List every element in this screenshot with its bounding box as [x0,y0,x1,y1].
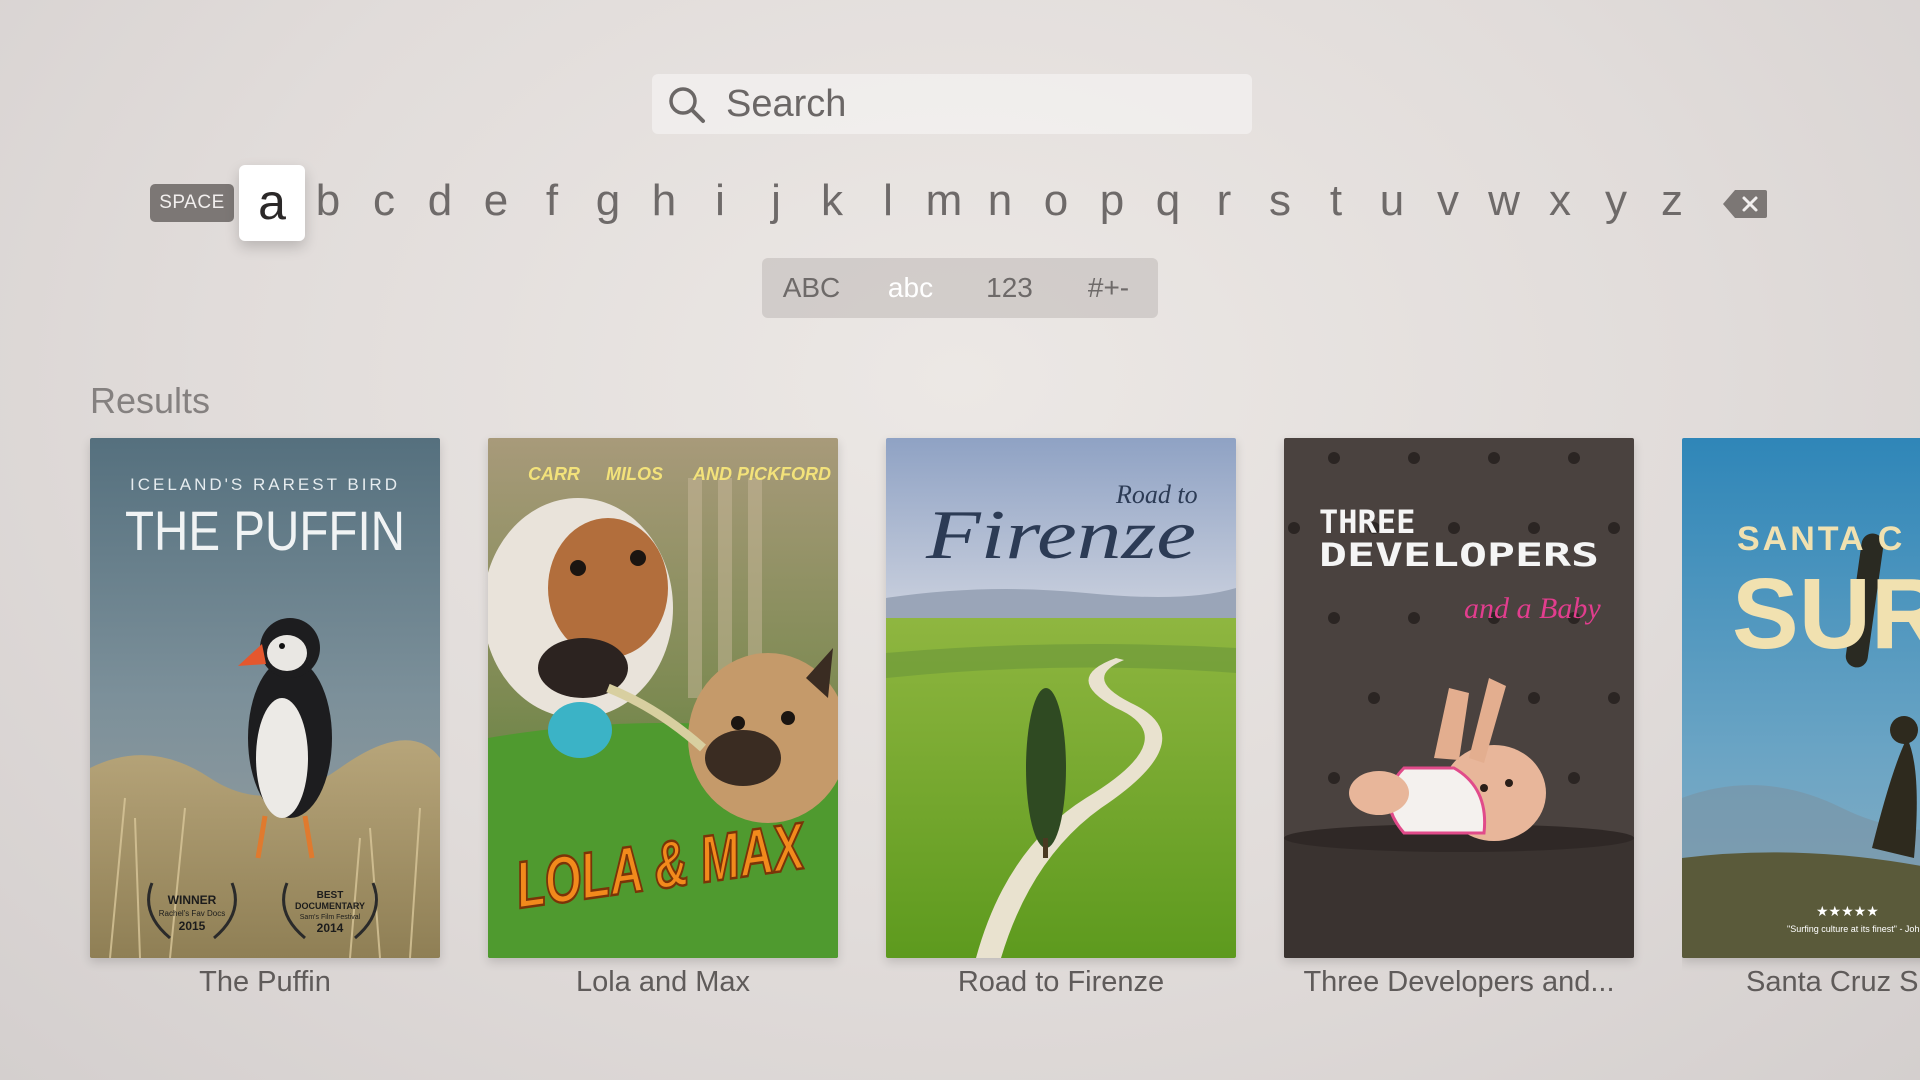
key-m[interactable]: m [916,165,972,241]
key-o[interactable]: o [1028,165,1084,241]
poster-headline: Firenze [925,497,1196,574]
key-f[interactable]: f [524,165,580,241]
poster-headline-small: SANTA C [1737,520,1905,558]
letter-keyboard: SPACE abcdefghijklmnopqrstuvwxyz [150,165,1770,241]
key-p[interactable]: p [1084,165,1140,241]
poster-tagline: ICELAND'S RAREST BIRD [130,475,400,494]
result-card[interactable]: SANTA C SUR ★★★★★ "Surfing culture at it… [1682,438,1920,999]
key-g[interactable]: g [580,165,636,241]
results-heading: Results [90,380,211,421]
key-z[interactable]: z [1644,165,1700,241]
key-x[interactable]: x [1532,165,1588,241]
mode-uppercase[interactable]: ABC [762,258,861,318]
search-icon [669,87,705,123]
key-r[interactable]: r [1196,165,1252,241]
key-d[interactable]: d [412,165,468,241]
key-k[interactable]: k [804,165,860,241]
mode-symbols[interactable]: #+- [1059,258,1158,318]
result-title: Three Developers and... [1303,966,1615,998]
mode-lowercase[interactable]: abc [861,258,960,318]
key-q[interactable]: q [1140,165,1196,241]
key-c[interactable]: c [356,165,412,241]
laurel-2-line-3: Sam's Film Festival [300,914,361,921]
poster-headline: SUR [1732,558,1920,670]
key-j[interactable]: j [748,165,804,241]
search-placeholder: Search [726,83,847,125]
laurel-1-line-1: WINNER [168,893,217,907]
key-v[interactable]: v [1420,165,1476,241]
key-u[interactable]: u [1364,165,1420,241]
key-t[interactable]: t [1308,165,1364,241]
poster-santa-cruz: SANTA C SUR ★★★★★ "Surfing culture at it… [1682,438,1920,958]
key-b[interactable]: b [300,165,356,241]
poster-headline-line-2: DEVELOPERS [1319,536,1599,574]
poster-credit-3: AND PICKFORD [692,464,831,484]
key-l[interactable]: l [860,165,916,241]
poster-three-developers: THREE DEVELOPERS and a Baby [1284,438,1634,958]
key-s[interactable]: s [1252,165,1308,241]
poster-road-to-firenze: Road to Firenze [886,438,1236,958]
space-key[interactable]: SPACE [150,184,234,222]
poster-quote: "Surfing culture at its finest" - Joh [1787,924,1919,934]
result-title: Road to Firenze [957,966,1165,998]
mode-numbers[interactable]: 123 [960,258,1059,318]
laurel-1-line-2: Rachel's Fav Docs [159,909,225,918]
poster-credit-2: MILOS [606,464,663,484]
poster-subhead: and a Baby [1464,592,1601,625]
result-card[interactable]: THREE DEVELOPERS and a Baby Three Develo… [1284,438,1634,999]
poster-stars: ★★★★★ [1816,904,1879,920]
laurel-2-line-4: 2014 [317,921,344,935]
laurel-1-line-3: 2015 [179,919,206,933]
search-field[interactable]: Search [652,74,1252,134]
result-card[interactable]: ICELAND'S RAREST BIRD THE PUFFIN WINNER … [90,438,440,999]
key-h[interactable]: h [636,165,692,241]
key-e[interactable]: e [468,165,524,241]
result-title: Santa Cruz S [1746,966,1919,998]
key-y[interactable]: y [1588,165,1644,241]
key-a[interactable]: a [239,165,305,241]
key-w[interactable]: w [1476,165,1532,241]
result-title: Lola and Max [575,966,751,998]
poster-headline: THE PUFFIN [125,499,405,562]
laurel-2-line-2: DOCUMENTARY [295,901,365,911]
key-n[interactable]: n [972,165,1028,241]
keyboard-mode-selector: ABC abc 123 #+- [762,258,1158,318]
poster-credit-1: CARR [528,464,580,484]
result-title: The Puffin [199,966,331,998]
poster-lola-and-max: CARR MILOS AND PICKFORD LOLA & MAX [488,438,838,958]
key-i[interactable]: i [692,165,748,241]
laurel-2-line-1: BEST [317,890,344,901]
poster-the-puffin: ICELAND'S RAREST BIRD THE PUFFIN WINNER … [90,438,440,958]
backspace-icon[interactable] [1722,189,1768,219]
result-card[interactable]: CARR MILOS AND PICKFORD LOLA & MAX Lola … [488,438,838,999]
result-card[interactable]: Road to Firenze Road to Firenze [886,438,1236,999]
